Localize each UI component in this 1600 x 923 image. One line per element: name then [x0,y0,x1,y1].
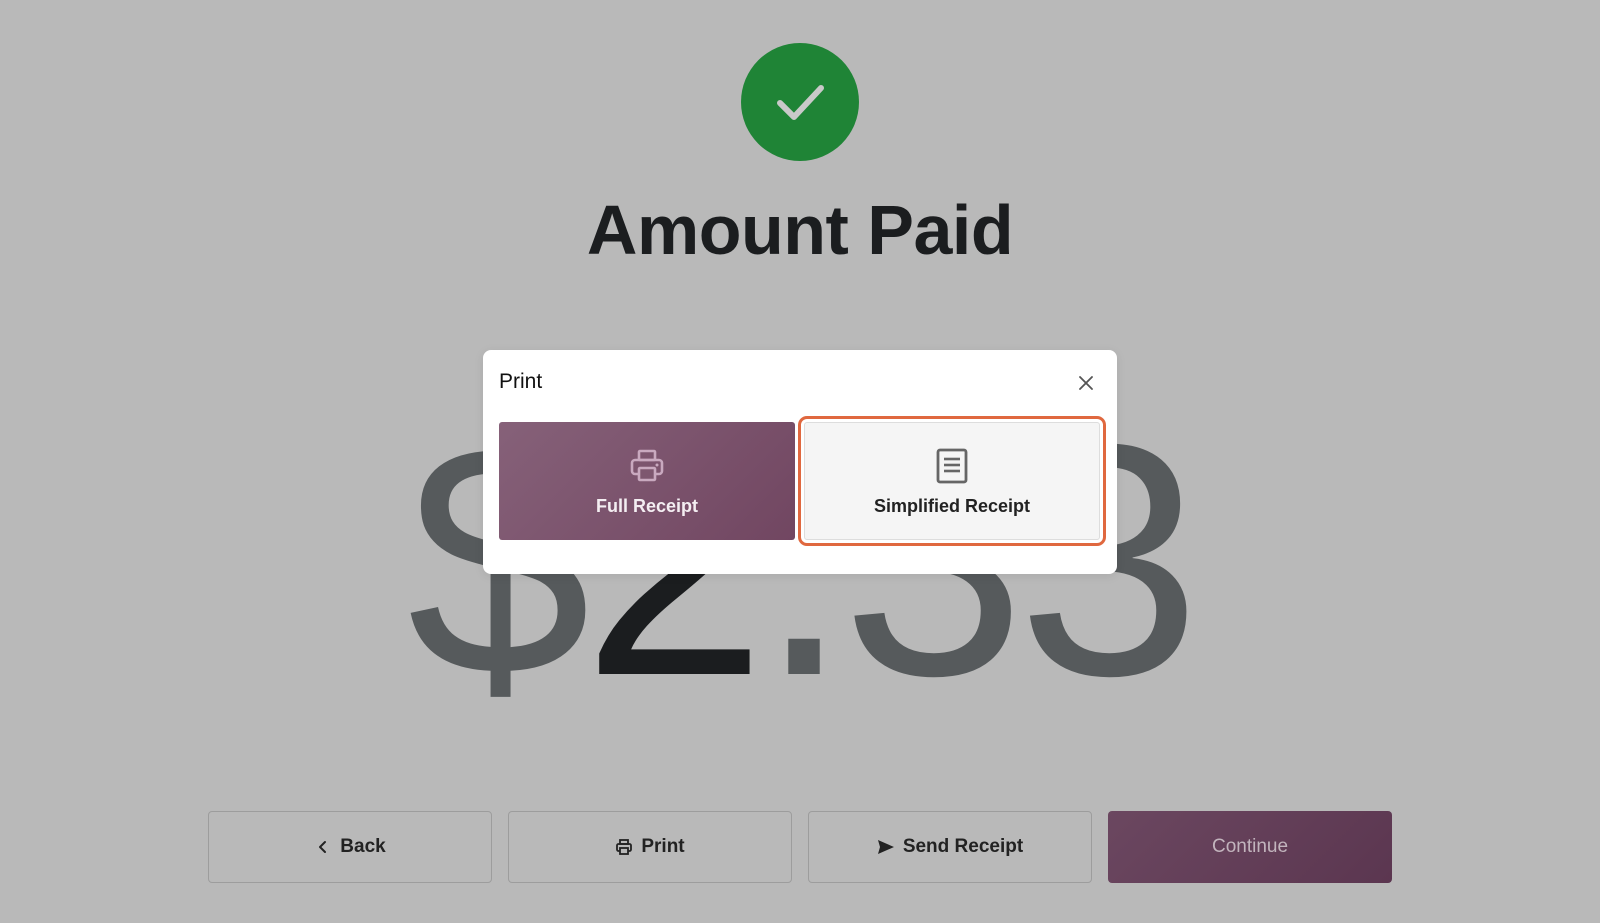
simplified-receipt-button[interactable]: Simplified Receipt [798,416,1106,546]
page-title: Amount Paid [586,191,1014,269]
check-icon [777,85,824,120]
print-dialog: Print Full Receipt Simplified Receipt [483,350,1117,574]
print-button[interactable]: Print [508,811,792,883]
send-receipt-label: Send Receipt [902,836,1024,857]
printer-icon [616,839,633,855]
back-label: Back [340,836,386,857]
back-button[interactable]: Back [208,811,492,883]
continue-button[interactable]: Continue [1108,811,1392,883]
close-icon [1079,376,1093,390]
close-button[interactable] [1075,372,1097,394]
payment-validation-screen: Amount Paid $2.33 Back Print Send Receip… [0,0,1600,923]
continue-label: Continue [1211,836,1289,857]
print-label: Print [641,836,685,857]
send-receipt-button[interactable]: Send Receipt [808,811,1092,883]
action-bar: Back Print Send Receipt Continue [208,811,1392,883]
full-receipt-button[interactable]: Full Receipt [499,422,795,540]
printer-icon [630,449,664,481]
receipt-icon [936,448,968,483]
full-receipt-label: Full Receipt [595,495,698,516]
paper-plane-icon [877,840,894,854]
success-check-icon [741,43,859,161]
chevron-left-icon [319,841,327,853]
simplified-receipt-label: Simplified Receipt [873,495,1031,516]
dialog-title: Print [499,370,543,393]
